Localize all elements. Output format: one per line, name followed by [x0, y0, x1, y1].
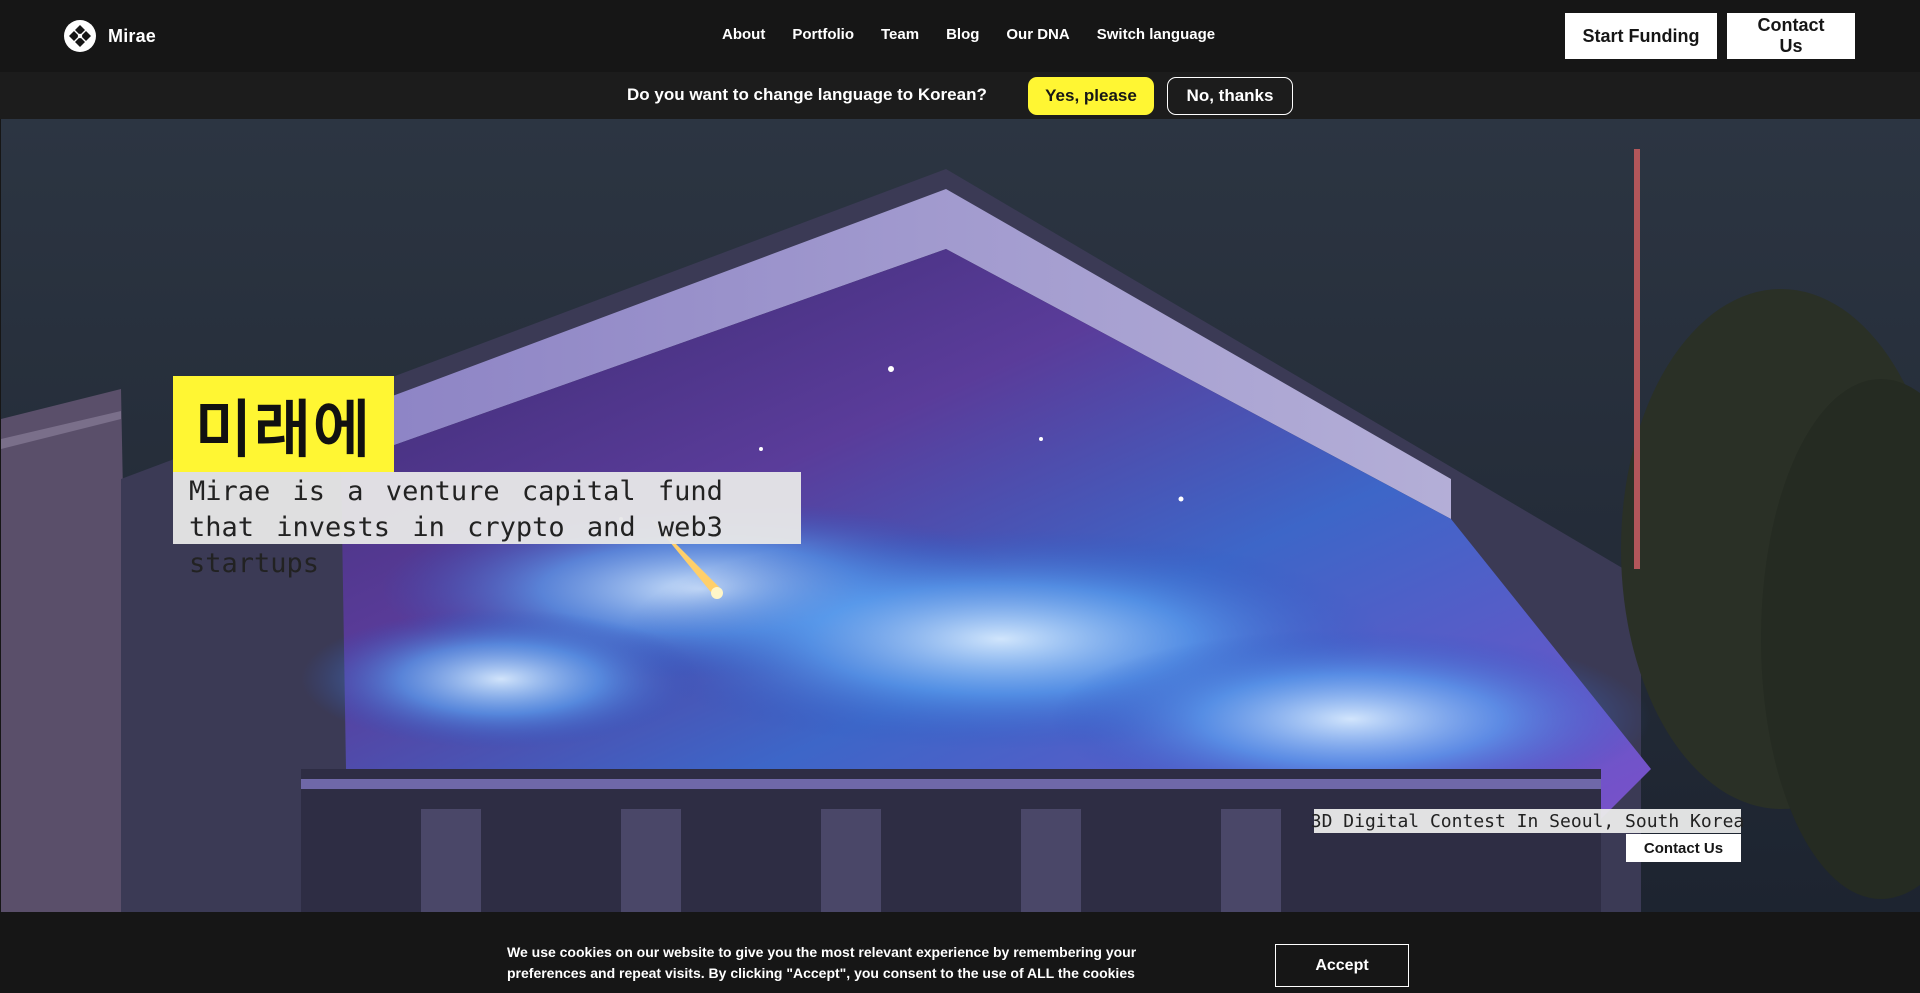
- mirae-logo-icon: [64, 20, 96, 52]
- hero-tagline-box: Mirae is a venture capital fund that inv…: [173, 472, 801, 579]
- nav-link-portfolio[interactable]: Portfolio: [792, 26, 854, 43]
- page: Mirae About Portfolio Team Blog Our DNA …: [0, 0, 1920, 993]
- hero-title: 미래에: [194, 393, 373, 466]
- language-prompt-bar: Do you want to change language to Korean…: [0, 72, 1920, 119]
- nav-link-switch-language[interactable]: Switch language: [1097, 26, 1215, 43]
- hero-title-box: 미래에: [173, 376, 394, 472]
- top-navbar: Mirae About Portfolio Team Blog Our DNA …: [0, 0, 1920, 72]
- nav-link-about[interactable]: About: [722, 26, 765, 43]
- start-funding-button[interactable]: Start Funding: [1565, 13, 1717, 59]
- brand-home-link[interactable]: Mirae: [64, 20, 156, 52]
- main-nav: About Portfolio Team Blog Our DNA Switch…: [722, 26, 1215, 43]
- nav-link-blog[interactable]: Blog: [946, 26, 979, 43]
- language-no-button[interactable]: No, thanks: [1167, 77, 1293, 115]
- cookie-consent-bar: We use cookies on our website to give yo…: [0, 933, 1920, 993]
- hero-contact-us-link[interactable]: Contact Us: [1626, 834, 1741, 862]
- hero-tagline: Mirae is a venture capital fund that inv…: [189, 476, 723, 579]
- contact-us-button[interactable]: Contact Us: [1727, 13, 1855, 59]
- hero-caption-box: 3D Digital Contest In Seoul, South Korea: [1310, 809, 1745, 833]
- hero-caption: 3D Digital Contest In Seoul, South Korea: [1310, 810, 1745, 832]
- hero-section: 미래에 Mirae is a venture capital fund that…: [1, 119, 1920, 912]
- cookie-message: We use cookies on our website to give yo…: [507, 944, 1137, 981]
- nav-link-team[interactable]: Team: [881, 26, 919, 43]
- cookie-accept-button[interactable]: Accept: [1275, 944, 1409, 987]
- brand-name: Mirae: [108, 25, 157, 46]
- nav-link-our-dna[interactable]: Our DNA: [1006, 26, 1069, 43]
- language-yes-button[interactable]: Yes, please: [1028, 77, 1154, 115]
- language-prompt-question: Do you want to change language to Korean…: [627, 85, 987, 104]
